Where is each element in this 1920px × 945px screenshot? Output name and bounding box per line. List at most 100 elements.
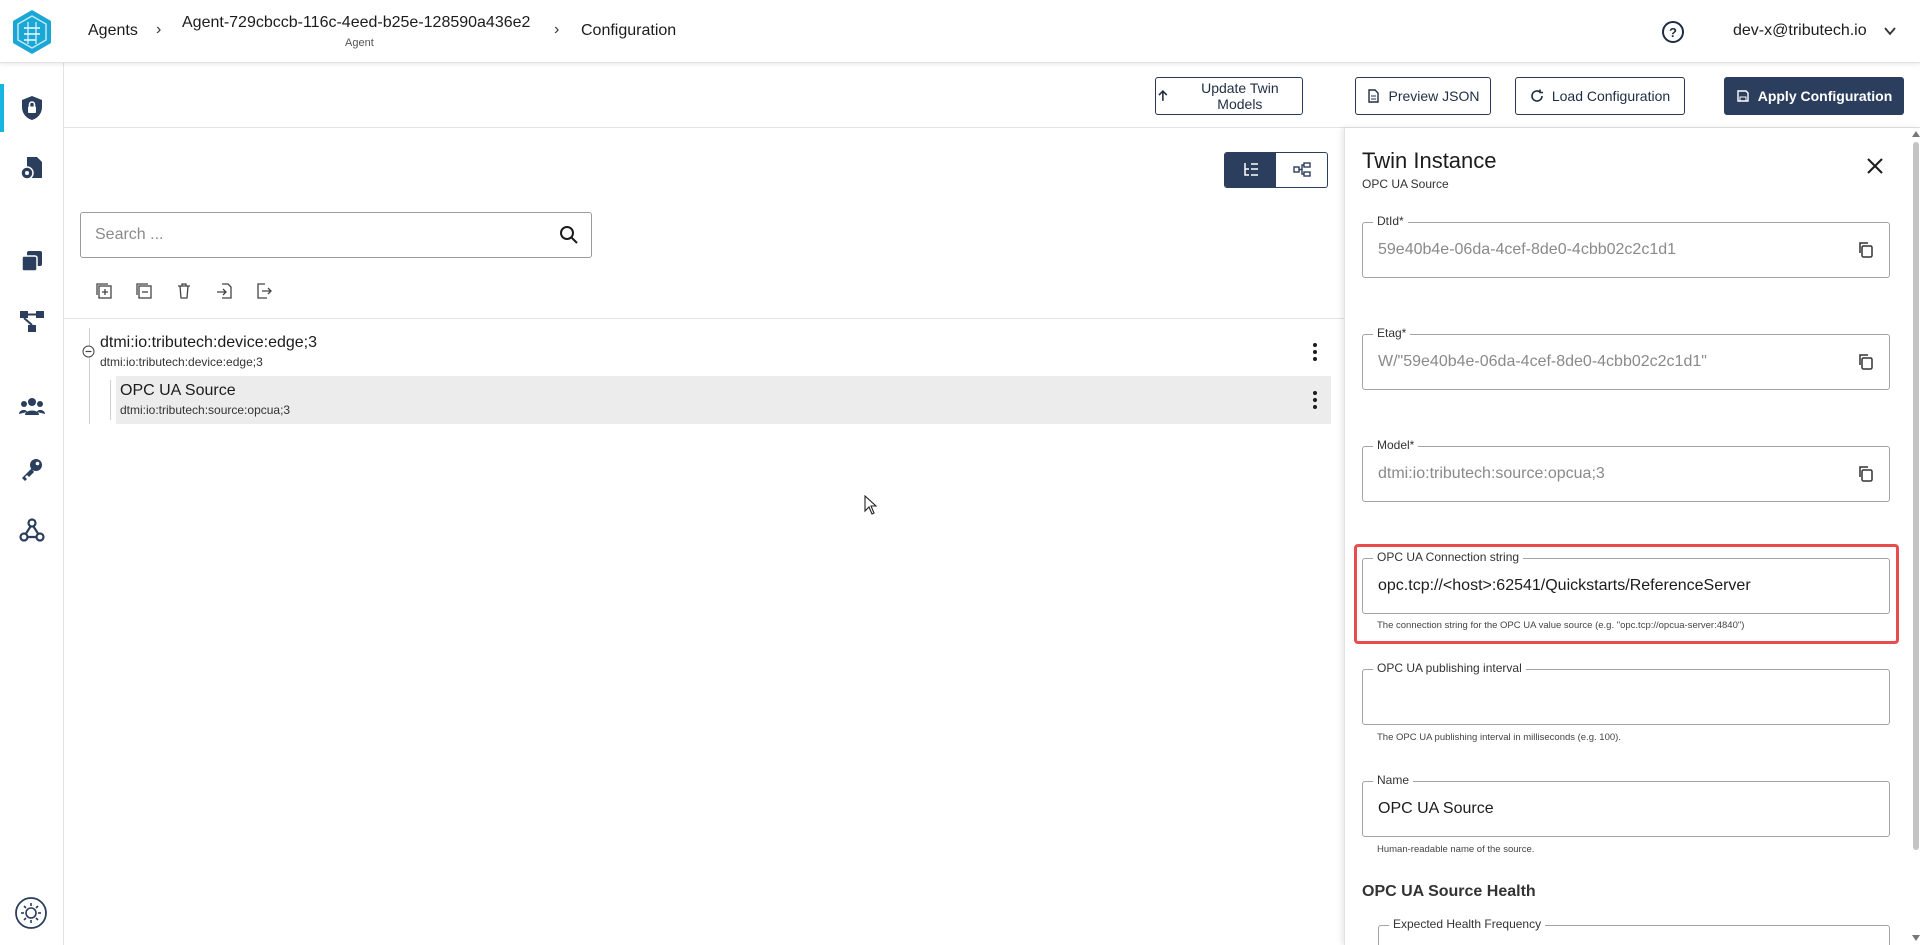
field-label: OPC UA Connection string [1373,550,1524,564]
preview-json-button[interactable]: Preview JSON [1355,77,1491,115]
collapse-all-button[interactable] [133,280,155,302]
scroll-up-icon[interactable] [1911,130,1920,138]
arrow-up-icon [1158,89,1168,101]
field-label: Etag* [1373,326,1411,340]
twin-instance-panel: Twin Instance OPC UA Source DtId* 59e40b… [1344,128,1920,945]
preview-json-label: Preview JSON [1388,88,1480,104]
refresh-icon [1531,89,1543,102]
sidebar-item-webhooks[interactable] [0,504,64,556]
breadcrumb-agents[interactable]: Agents [88,22,138,40]
tree-node-subtitle: dtmi:io:tributech:source:opcua;3 [120,403,291,417]
sidebar-item-network[interactable] [0,295,64,347]
tree-node-root[interactable]: dtmi:io:tributech:device:edge;3 dtmi:io:… [100,334,317,369]
delete-button[interactable] [173,280,195,302]
sidebar-item-documents[interactable] [0,142,64,194]
field-label: Name [1373,773,1414,787]
key-icon [22,459,42,481]
breadcrumb-chevron-icon: › [156,21,162,38]
etag-field[interactable]: Etag* W/"59e40b4e-06da-4cef-8de0-4cbb02c… [1362,326,1890,390]
scroll-down-icon[interactable] [1911,934,1920,942]
sidebar-item-stack[interactable] [0,235,64,287]
field-value: opc.tcp://<host>:62541/Quickstarts/Refer… [1378,577,1751,594]
save-icon [1737,90,1749,102]
trash-icon [178,283,190,299]
collapse-node-icon[interactable] [82,345,95,358]
dtid-field[interactable]: DtId* 59e40b4e-06da-4cef-8de0-4cbb02c2c1… [1362,214,1890,278]
field-value: W/"59e40b4e-06da-4cef-8de0-4cbb02c2c1d1" [1378,353,1707,370]
tributech-logo-icon[interactable] [10,8,54,56]
field-value: OPC UA Source [1378,800,1494,817]
copy-icon[interactable] [1857,353,1875,371]
panel-scrollbar[interactable] [1909,128,1920,945]
field-value: dtmi:io:tributech:source:opcua;3 [1378,465,1605,482]
user-menu[interactable]: dev-x@tributech.io [1733,22,1867,40]
hierarchy-icon [1292,162,1311,177]
sidebar-item-keys[interactable] [0,443,64,495]
tree-guide [110,380,111,420]
mouse-cursor-icon [864,495,878,515]
scroll-thumb[interactable] [1913,142,1919,850]
top-header: Agents › Agent-729cbccb-116c-4eed-b25e-1… [0,0,1920,63]
breadcrumb-agent-type: Agent [345,37,374,49]
stack-icon [21,251,42,272]
breadcrumb-agent[interactable]: Agent-729cbccb-116c-4eed-b25e-128590a436… [182,14,530,32]
help-icon[interactable]: ? [1661,20,1685,44]
file-icon [1368,89,1380,103]
name-field[interactable]: Name OPC UA Source [1362,773,1890,837]
update-twin-models-label: Update Twin Models [1201,80,1279,112]
view-toggle [1224,152,1328,188]
tree-guide [89,328,90,424]
tree-node-opcua-source[interactable]: OPC UA Source dtmi:io:tributech:source:o… [120,382,290,417]
publishing-interval-field[interactable]: OPC UA publishing interval [1362,661,1890,725]
load-configuration-button[interactable]: Load Configuration [1515,77,1685,115]
apply-configuration-button[interactable]: Apply Configuration [1724,77,1904,115]
tree-node-title: OPC UA Source [120,382,236,399]
field-label: Expected Health Frequency [1389,917,1546,931]
search-input[interactable] [95,223,535,247]
apply-configuration-label: Apply Configuration [1757,88,1893,104]
export-icon [257,283,272,299]
field-label: DtId* [1373,214,1408,228]
breadcrumb-configuration: Configuration [581,22,677,39]
users-icon [19,398,45,415]
field-helper-text: The OPC UA publishing interval in millis… [1377,732,1621,743]
copy-icon[interactable] [1857,241,1875,259]
search-icon[interactable] [559,225,579,245]
tree-list-icon [1243,163,1258,176]
more-vertical-icon[interactable] [1312,342,1318,362]
connection-string-field[interactable]: OPC UA Connection string opc.tcp://<host… [1362,550,1890,614]
breadcrumb-chevron-icon: › [554,21,560,38]
model-field[interactable]: Model* dtmi:io:tributech:source:opcua;3 [1362,438,1890,502]
collapse-all-icon [136,283,152,299]
panel-subtitle: OPC UA Source [1362,177,1449,191]
panel-title: Twin Instance [1362,148,1497,173]
copy-icon[interactable] [1857,465,1875,483]
webhook-icon [19,518,45,542]
shield-lock-icon [22,96,42,120]
expand-all-icon [96,283,112,299]
load-configuration-label: Load Configuration [1551,88,1671,104]
tree-node-subtitle: dtmi:io:tributech:device:edge;3 [100,355,263,369]
chevron-down-icon[interactable] [1883,24,1897,38]
sidebar [0,63,64,945]
import-icon [217,283,232,299]
close-icon[interactable] [1865,156,1885,176]
svg-text:?: ? [1669,25,1677,40]
tree-node-title: dtmi:io:tributech:device:edge;3 [100,334,318,351]
expected-health-frequency-field[interactable]: Expected Health Frequency [1378,917,1890,945]
field-helper-text: The connection string for the OPC UA val… [1377,620,1745,631]
field-value: 59e40b4e-06da-4cef-8de0-4cbb02c2c1d1 [1378,241,1677,258]
more-vertical-icon[interactable] [1312,390,1318,410]
tree-row-selected[interactable] [116,376,1331,424]
export-button[interactable] [253,280,275,302]
expand-all-button[interactable] [93,280,115,302]
document-gear-icon [20,157,42,180]
graph-view-button[interactable] [1276,153,1327,187]
tree-view-button[interactable] [1225,153,1276,187]
import-button[interactable] [213,280,235,302]
sidebar-item-users[interactable] [0,381,64,433]
sidebar-item-security[interactable] [0,82,64,134]
sun-icon[interactable] [14,896,48,930]
field-helper-text: Human-readable name of the source. [1377,844,1535,855]
update-twin-models-button[interactable]: Update Twin Models [1155,77,1303,115]
